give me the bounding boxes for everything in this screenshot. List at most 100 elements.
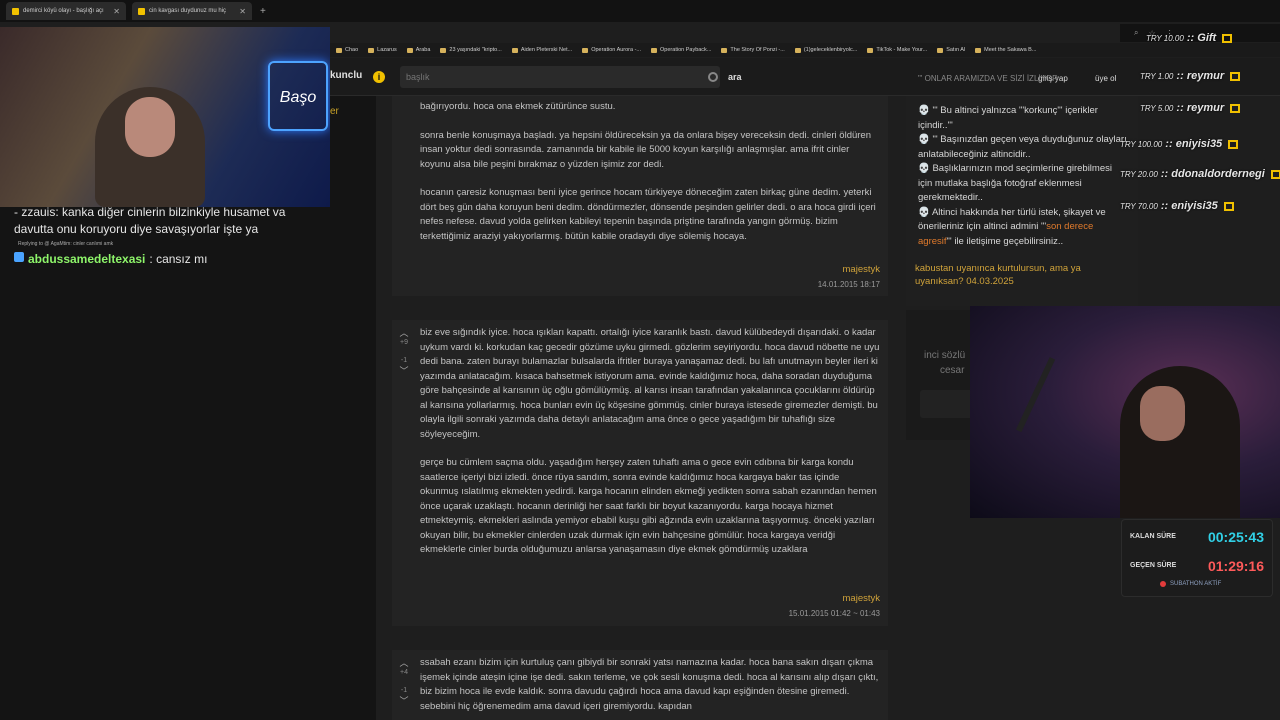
donation-amount: TRY 20.00: [1120, 170, 1158, 179]
subathon-status: SUBATHON AKTİF: [1160, 581, 1221, 587]
streamer-webcam: Başo: [0, 27, 330, 207]
upvote-icon[interactable]: ︿: [396, 328, 412, 338]
donation-badge-icon: [1223, 201, 1234, 211]
bookmark-label: Araba: [415, 47, 431, 53]
search-icon[interactable]: [708, 72, 718, 82]
rule-text: "' Bu altinci yalnızca "'korkunç"' içeri…: [918, 105, 1098, 131]
bookmark-icon: [721, 47, 728, 53]
close-tab-icon[interactable]: ✕: [239, 7, 246, 16]
bookmark-icon: [406, 47, 413, 53]
donation-item: TRY 100.00 :: eniyisi35: [1120, 138, 1239, 150]
donation-item: TRY 10.00 :: Gift: [1146, 32, 1233, 44]
site-logo[interactable]: kunclu: [330, 70, 362, 81]
donation-name: reymur: [1186, 70, 1225, 82]
chat-reply-hint: Replying to @ AgaMtim: cinler canlımi am…: [18, 241, 114, 247]
donation-separator: ::: [1162, 138, 1176, 150]
search-button[interactable]: ara: [728, 72, 742, 82]
bookmark-item[interactable]: TikTok - Make Your...: [867, 47, 927, 53]
entry-date[interactable]: 15.01.2015 01:42 ~ 01:43: [789, 609, 880, 618]
donation-amount: TRY 5.00: [1140, 104, 1174, 113]
elapsed-value: 01:29:16: [1207, 558, 1264, 574]
chat-line: - zzauis: kanka diğer cinlerin bilzinkiy…: [14, 205, 286, 219]
favicon-icon: [12, 7, 19, 15]
bookmark-item[interactable]: Aiden Pleterski Net...: [511, 47, 572, 53]
bookmark-item[interactable]: Meet the Sakawa B...: [975, 47, 1036, 53]
channel-rules: 💀 "' Bu altinci yalnızca "'korkunç"' içe…: [918, 104, 1128, 249]
box-text: cesar: [940, 365, 965, 376]
new-tab-icon[interactable]: +: [260, 6, 266, 17]
bookmark-item[interactable]: Operation Payback...: [651, 47, 711, 53]
bookmark-label: Meet the Sakawa B...: [984, 47, 1037, 53]
bookmark-icon: [794, 47, 801, 53]
bookmark-item[interactable]: Chao: [336, 47, 358, 53]
neon-sign: Başo: [268, 61, 328, 131]
bookmark-item[interactable]: Lazarus: [368, 47, 397, 53]
bookmark-item[interactable]: Satın Al: [937, 47, 965, 53]
browser-tab[interactable]: demirci köyü olayı - başlığı açı ✕: [6, 2, 126, 20]
bookmark-item[interactable]: The Story Of Ponzi -...: [721, 47, 785, 53]
bookmark-item[interactable]: Operation Aurora -...: [582, 47, 641, 53]
donation-name: ddonaldordernegi: [1171, 168, 1265, 180]
streamer-face: [125, 97, 175, 157]
downvote-icon[interactable]: ﹀: [396, 366, 412, 376]
rule-item: 💀 Başlıklarınızın mod seçimlerine girebi…: [918, 163, 1112, 203]
donation-badge-icon: [1230, 71, 1241, 81]
info-icon[interactable]: i: [373, 71, 385, 83]
close-tab-icon[interactable]: ✕: [113, 7, 120, 16]
bookmark-item[interactable]: 23 yaşındaki "kripto...: [440, 47, 502, 53]
browser-tab-bar: demirci köyü olayı - başlığı açı ✕ cin k…: [0, 0, 1280, 22]
bookmark-label: Lazarus: [377, 47, 397, 53]
bookmark-label: Chao: [345, 47, 359, 53]
site-left-hint: er: [330, 106, 339, 117]
downvote-count: -1: [400, 687, 408, 694]
tab-label: demirci köyü olayı - başlığı açı: [23, 8, 104, 14]
favicon-icon: [138, 7, 145, 15]
vote-widget: ︿ +4 -1 ﹀: [396, 658, 412, 706]
entry-paragraph: hocanın çaresiz konuşması beni iyice ger…: [420, 187, 876, 242]
bookmark-item[interactable]: Araba: [406, 47, 431, 53]
rule-text: Başlıklarınızın mod seçimlerine girebilm…: [918, 163, 1112, 203]
search-input[interactable]: [400, 66, 720, 88]
bookmark-label: Operation Payback...: [660, 47, 712, 53]
upvote-count: +4: [400, 669, 408, 676]
sidebar-header: "' ONLAR ARAMIZDA VE SİZİ İZLİYOR: [918, 74, 1058, 83]
bookmark-item[interactable]: (1)geleceklenbiryolc...: [794, 47, 858, 53]
zoom-icon[interactable]: ⌕: [1134, 28, 1138, 38]
upvote-icon[interactable]: ︿: [396, 658, 412, 668]
downvote-count: -1: [400, 357, 408, 364]
mic-arm: [1015, 357, 1105, 455]
rule-text: "' ile iletişime geçebilirsiniz..: [946, 235, 1064, 247]
donation-item: TRY 5.00 :: reymur: [1140, 102, 1241, 114]
register-link[interactable]: üye ol: [1095, 74, 1116, 83]
entry-paragraph: gerçe bu cümlem saçma oldu. yaşadığım he…: [420, 457, 877, 555]
downvote-icon[interactable]: ﹀: [396, 696, 412, 706]
entry-card: bağırıyordu. hoca ona ekmek zütürünce su…: [392, 96, 888, 296]
upvote-count: +9: [400, 339, 408, 346]
bookmark-icon: [975, 47, 982, 53]
donation-separator: ::: [1157, 168, 1172, 180]
entry-author[interactable]: majestyk: [843, 593, 880, 604]
live-dot-icon: [1160, 581, 1166, 587]
entry-card: ︿ +9 -1 ﹀ biz eve sığındık iyice. hoca ı…: [392, 320, 888, 626]
status-text: SUBATHON AKTİF: [1170, 581, 1222, 587]
entry-paragraph: biz eve sığındık iyice. hoca ışıkları ka…: [420, 327, 880, 440]
bookmark-label: (1)geleceklenbiryolc...: [803, 47, 858, 53]
remaining-label: KALAN SÜRE: [1130, 533, 1176, 540]
guest-webcam: [970, 306, 1280, 518]
sidebar-motd[interactable]: kabustan uyanınca kurtulursun, ama ya uy…: [915, 262, 1125, 288]
donation-separator: ::: [1183, 32, 1198, 44]
donation-separator: ::: [1173, 102, 1187, 114]
entry-paragraph: ssabah ezanı bizim için kurtuluş çanı gi…: [420, 657, 879, 712]
donation-name: eniyisi35: [1175, 138, 1223, 150]
entry-paragraph: sonra benle konuşmaya başladı. ya hepsin…: [420, 129, 871, 170]
guest-face: [1140, 386, 1185, 441]
chat-line: davutta onu koruyoru diye savaşıyorlar i…: [14, 222, 259, 236]
elapsed-label: GEÇEN SÜRE: [1130, 562, 1177, 569]
donation-amount: TRY 1.00: [1140, 72, 1174, 81]
entry-author[interactable]: majestyk: [843, 264, 880, 275]
donation-badge-icon: [1270, 169, 1280, 179]
bookmarks-bar: Chao Lazarus Araba 23 yaşındaki "kripto... A…: [330, 43, 1280, 57]
browser-tab-active[interactable]: cin kavgası duydunuz mu hiç ✕: [132, 2, 252, 20]
donation-separator: ::: [1173, 70, 1187, 82]
entry-date[interactable]: 14.01.2015 18:17: [818, 280, 880, 289]
